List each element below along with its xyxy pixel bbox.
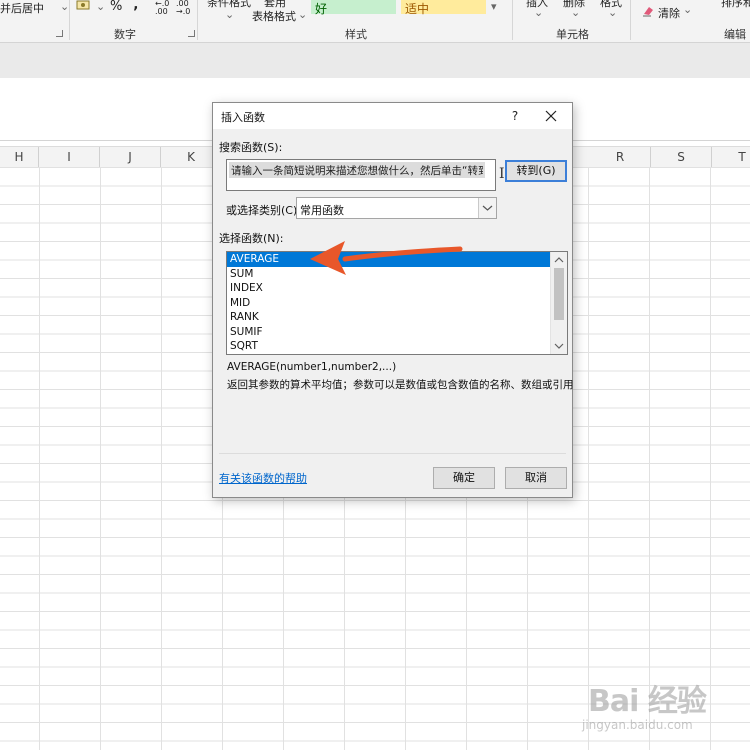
editing-group-label: 编辑 bbox=[724, 28, 746, 41]
select-function-label: 选择函数(N): bbox=[219, 232, 284, 245]
function-description: 返回其参数的算术平均值；参数可以是数值或包含数值的名称、数组或引用 bbox=[227, 379, 574, 391]
text-cursor-icon: I bbox=[499, 166, 505, 182]
style-good-cell[interactable]: 好 bbox=[311, 0, 396, 16]
category-label: 或选择类别(C): bbox=[226, 204, 301, 217]
format-dropdown-icon[interactable]: ⌄ bbox=[608, 6, 617, 19]
cells-group-label: 单元格 bbox=[556, 28, 589, 41]
table-format-dropdown-icon[interactable]: ⌄ bbox=[298, 8, 307, 21]
function-item-rank[interactable]: RANK bbox=[227, 310, 553, 325]
decrease-decimal-icon[interactable]: .00 →.0 bbox=[176, 0, 190, 16]
insert-function-dialog: 插入函数 ? 搜索函数(S): I 转到(G) 或选择类别(C): 常用函数 选… bbox=[212, 102, 574, 498]
category-select[interactable]: 常用函数 bbox=[296, 197, 497, 219]
alignment-dialog-launcher-icon[interactable] bbox=[56, 30, 63, 37]
column-header-s[interactable]: S bbox=[651, 147, 712, 167]
ribbon-divider bbox=[69, 0, 70, 40]
help-button[interactable]: ? bbox=[505, 106, 525, 126]
merge-center-button[interactable]: 并后居中 bbox=[0, 0, 44, 16]
styles-more-icon[interactable]: ▾ bbox=[491, 0, 497, 13]
percent-button[interactable]: % bbox=[110, 0, 122, 14]
category-selected-value: 常用函数 bbox=[300, 204, 344, 217]
watermark-logo-text: Bai 经验 bbox=[588, 684, 707, 719]
chevron-down-icon[interactable] bbox=[478, 198, 496, 218]
currency-icon[interactable] bbox=[76, 0, 90, 10]
scroll-up-icon[interactable] bbox=[551, 253, 567, 267]
style-neutral-cell[interactable]: 适中 bbox=[401, 0, 486, 16]
dialog-titlebar[interactable]: 插入函数 ? bbox=[213, 103, 572, 129]
search-function-label: 搜索函数(S): bbox=[219, 141, 283, 154]
close-icon[interactable] bbox=[541, 106, 561, 126]
column-header-j[interactable]: J bbox=[100, 147, 161, 167]
ribbon-divider bbox=[630, 0, 631, 40]
insert-dropdown-icon[interactable]: ⌄ bbox=[534, 6, 543, 19]
dialog-divider bbox=[219, 453, 566, 454]
scroll-down-icon[interactable] bbox=[551, 339, 567, 353]
comma-style-button[interactable]: ‚ bbox=[133, 0, 138, 13]
ribbon-divider bbox=[512, 0, 513, 40]
scrollbar-thumb[interactable] bbox=[554, 268, 564, 320]
column-header-h[interactable]: H bbox=[0, 147, 39, 167]
ok-button[interactable]: 确定 bbox=[433, 467, 495, 489]
ribbon-divider bbox=[197, 0, 198, 40]
function-item-sumif[interactable]: SUMIF bbox=[227, 325, 553, 340]
function-item-sqrt[interactable]: SQRT bbox=[227, 339, 553, 354]
search-function-input[interactable] bbox=[229, 162, 485, 178]
delete-dropdown-icon[interactable]: ⌄ bbox=[571, 6, 580, 19]
search-function-box[interactable]: I bbox=[226, 159, 505, 191]
clear-dropdown-icon[interactable]: ⌄ bbox=[683, 3, 692, 16]
list-scrollbar[interactable] bbox=[550, 252, 567, 354]
column-header-r[interactable]: R bbox=[590, 147, 651, 167]
function-item-mid[interactable]: MID bbox=[227, 296, 553, 311]
watermark-url: jingyan.baidu.com bbox=[582, 718, 693, 732]
sort-filter-button[interactable]: 排序和 bbox=[721, 0, 750, 10]
eraser-icon[interactable] bbox=[642, 5, 654, 20]
annotation-arrow-icon bbox=[310, 241, 463, 275]
formula-bar-band bbox=[0, 43, 750, 78]
ribbon: 并后居中 ⌄ ⌄ % ‚ ←.0.00 .00 →.0 数字 条件格式 ⌄ 套用 … bbox=[0, 0, 750, 43]
baidu-jingyan-watermark: Bai 经验 jingyan.baidu.com bbox=[576, 674, 746, 734]
goto-button[interactable]: 转到(G) bbox=[505, 160, 567, 182]
clear-button[interactable]: 清除 bbox=[658, 5, 680, 21]
merge-center-dropdown-icon[interactable]: ⌄ bbox=[60, 0, 69, 13]
styles-group-label: 样式 bbox=[345, 28, 367, 41]
number-dialog-launcher-icon[interactable] bbox=[188, 30, 195, 37]
table-format-button[interactable]: 表格格式 bbox=[252, 8, 296, 24]
function-syntax: AVERAGE(number1,number2,...) bbox=[227, 361, 397, 373]
dialog-title: 插入函数 bbox=[221, 111, 265, 124]
column-header-t[interactable]: T bbox=[712, 147, 750, 167]
increase-decimal-icon[interactable]: ←.0.00 bbox=[155, 0, 169, 16]
function-item-index[interactable]: INDEX bbox=[227, 281, 553, 296]
function-help-link[interactable]: 有关该函数的帮助 bbox=[219, 470, 307, 486]
conditional-format-dropdown-icon[interactable]: ⌄ bbox=[225, 8, 234, 21]
currency-dropdown-icon[interactable]: ⌄ bbox=[96, 0, 105, 13]
column-header-i[interactable]: I bbox=[39, 147, 100, 167]
cancel-button[interactable]: 取消 bbox=[505, 467, 567, 489]
number-group-label: 数字 bbox=[114, 28, 136, 41]
